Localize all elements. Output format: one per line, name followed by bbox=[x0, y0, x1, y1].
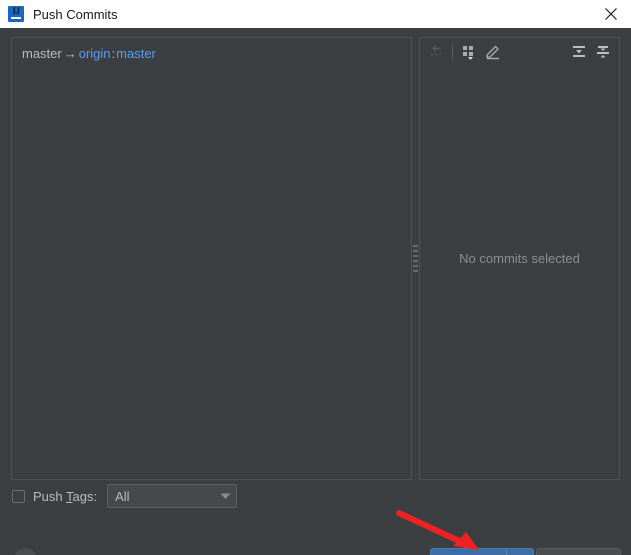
chevron-down-icon bbox=[214, 493, 236, 500]
commits-list-panel[interactable]: master → origin:master bbox=[11, 37, 412, 480]
branch-arrow-icon: → bbox=[63, 46, 77, 61]
splitter-grip-icon bbox=[413, 244, 418, 273]
push-tags-row: Push Tags: All bbox=[12, 483, 238, 509]
push-button-group[interactable]: Push bbox=[430, 548, 534, 555]
dialog-body: master → origin:master No commits select… bbox=[0, 28, 631, 555]
push-tags-label-pre: Push bbox=[33, 488, 67, 504]
push-commits-dialog: IJ Push Commits master → origin:master N… bbox=[0, 0, 631, 555]
help-button[interactable]: ? bbox=[14, 548, 37, 555]
push-tags-checkbox[interactable] bbox=[12, 489, 25, 503]
branch-spec-row[interactable]: master → origin:master bbox=[12, 38, 411, 61]
no-commits-selected-message: No commits selected bbox=[459, 251, 580, 266]
close-icon bbox=[605, 8, 617, 20]
logo-text: IJ bbox=[12, 6, 20, 16]
cancel-button[interactable]: Cancel bbox=[536, 548, 621, 555]
push-dropdown-button[interactable] bbox=[507, 549, 533, 555]
logo-underline bbox=[11, 17, 21, 19]
push-tags-label: Push Tags: bbox=[33, 489, 97, 504]
commit-details-panel: No commits selected bbox=[419, 37, 620, 480]
push-tags-label-post: ags: bbox=[72, 488, 98, 504]
panel-splitter[interactable] bbox=[412, 37, 419, 480]
intellij-idea-logo-icon: IJ bbox=[8, 6, 24, 22]
push-button[interactable]: Push bbox=[431, 549, 506, 555]
title-bar: IJ Push Commits bbox=[0, 0, 631, 28]
close-button[interactable] bbox=[591, 0, 631, 28]
remote-branch-link[interactable]: master bbox=[116, 46, 156, 61]
push-tags-combo[interactable]: All bbox=[107, 484, 238, 508]
local-branch-label: master bbox=[22, 46, 62, 61]
window-title: Push Commits bbox=[33, 6, 118, 22]
remote-name-link[interactable]: origin bbox=[79, 46, 111, 61]
push-tags-combo-value: All bbox=[115, 488, 130, 504]
